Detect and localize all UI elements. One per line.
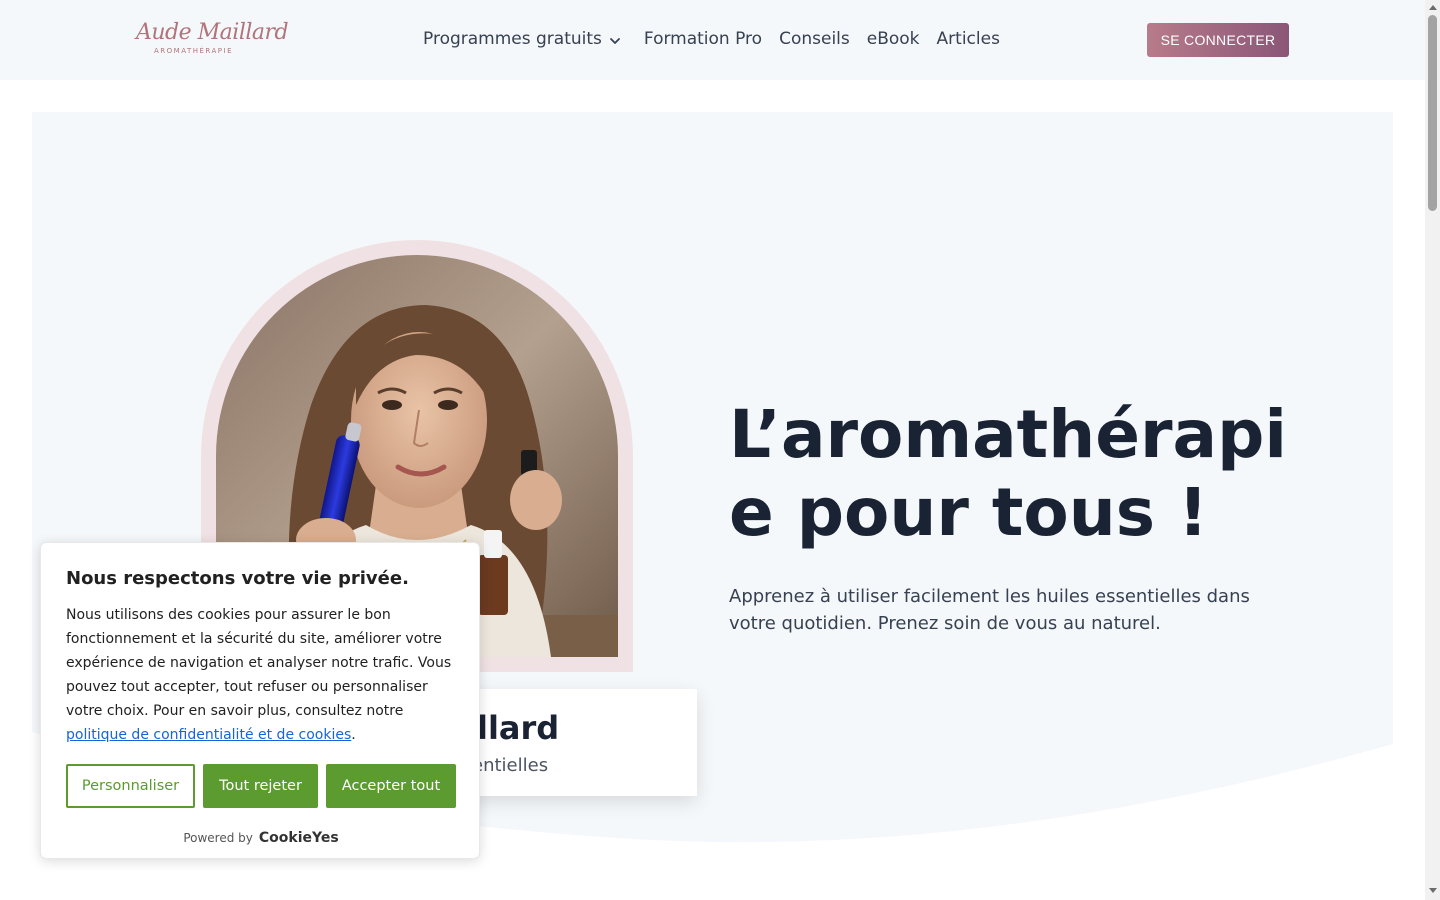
- cookieyes-logo[interactable]: CookieYes: [259, 830, 339, 846]
- cookie-period: .: [351, 727, 356, 743]
- chevron-down-icon: [609, 37, 620, 44]
- hero-title: L’aromathérapie pour tous !: [729, 396, 1287, 551]
- main-nav: Programmes gratuits Formation Pro Consei…: [423, 27, 1017, 51]
- logo-script: Aude Maillard: [136, 20, 289, 45]
- nav-label-programmes: Programmes gratuits: [423, 29, 602, 49]
- site-logo[interactable]: Aude Maillard AROMATHÉRAPIE: [136, 20, 289, 60]
- privacy-policy-link[interactable]: politique de confidentialité et de cooki…: [66, 727, 351, 743]
- cookie-text: Nous utilisons des cookies pour assurer …: [66, 607, 452, 719]
- nav-item-articles[interactable]: Articles: [937, 29, 1000, 49]
- cookie-title: Nous respectons votre vie privée.: [66, 568, 409, 589]
- nav-item-ebook[interactable]: eBook: [867, 29, 920, 49]
- accept-all-button[interactable]: Accepter tout: [326, 764, 456, 808]
- hero-subtitle: Apprenez à utiliser facilement les huile…: [729, 586, 1250, 634]
- scroll-thumb[interactable]: [1428, 15, 1437, 211]
- scroll-down-arrow-icon[interactable]: [1429, 888, 1437, 893]
- scroll-up-arrow-icon[interactable]: [1429, 5, 1437, 10]
- site-header: Aude Maillard AROMATHÉRAPIE Programmes g…: [0, 0, 1425, 80]
- logo-subtitle: AROMATHÉRAPIE: [154, 47, 233, 55]
- powered-by-label: Powered by: [183, 831, 253, 845]
- cookie-description: Nous utilisons des cookies pour assurer …: [66, 603, 466, 747]
- powered-by: Powered by CookieYes: [41, 830, 481, 846]
- name-card-role: entielles: [472, 755, 549, 776]
- nav-item-formation-pro[interactable]: Formation Pro: [644, 29, 762, 49]
- login-button[interactable]: SE CONNECTER: [1147, 23, 1289, 57]
- reject-all-button[interactable]: Tout rejeter: [203, 764, 318, 808]
- nav-item-programmes[interactable]: Programmes gratuits: [423, 29, 622, 49]
- page-scrollbar[interactable]: [1425, 0, 1440, 900]
- customize-button[interactable]: Personnaliser: [66, 764, 195, 808]
- nav-item-conseils[interactable]: Conseils: [779, 29, 850, 49]
- cookie-banner: Nous respectons votre vie privée. Nous u…: [40, 542, 480, 859]
